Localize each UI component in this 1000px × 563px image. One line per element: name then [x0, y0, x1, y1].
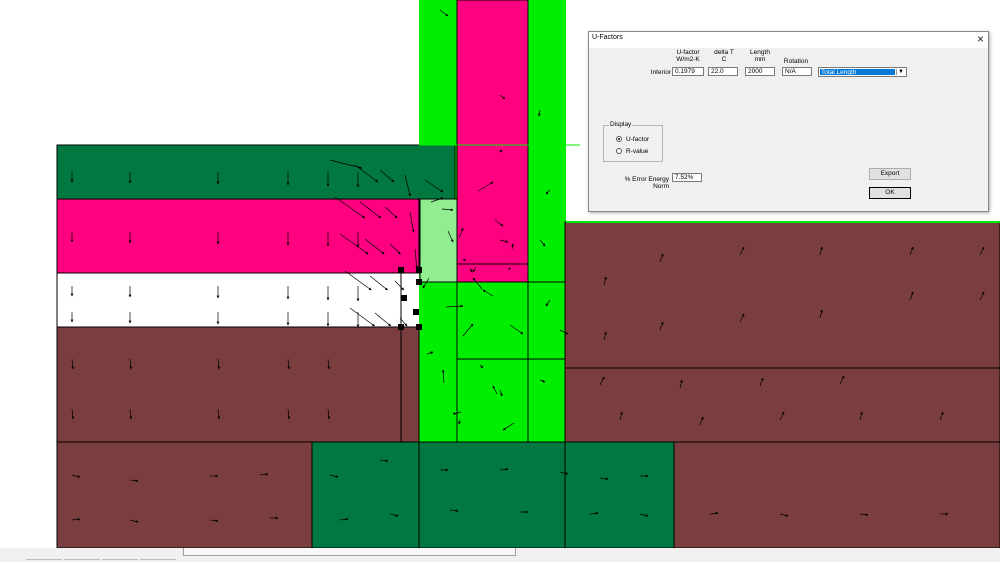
mesh-node[interactable]	[416, 267, 422, 273]
bottom-bar	[0, 548, 1000, 562]
status-tab	[64, 559, 100, 563]
header-length-text: Length	[750, 49, 770, 56]
air-layer-white[interactable]	[56, 272, 402, 328]
chevron-down-icon[interactable]: ▼	[896, 69, 905, 75]
length-type-select[interactable]: Total Length ▼	[818, 67, 907, 77]
mesh-node[interactable]	[413, 309, 419, 315]
horizontal-scrollbar[interactable]	[183, 548, 516, 556]
header-deltat: delta T C	[707, 49, 741, 63]
status-tab	[140, 559, 176, 563]
status-tab	[102, 559, 138, 563]
radio-rvalue[interactable]	[616, 148, 622, 154]
header-ufactor: U-factor W/m2-K	[671, 49, 705, 63]
dark-green-bottom-right[interactable]	[564, 441, 675, 548]
wall-layer-magenta[interactable]	[456, 0, 529, 283]
row-label-interior: Interior	[650, 69, 671, 76]
mesh-node[interactable]	[416, 324, 422, 330]
dark-green-bottom-center[interactable]	[311, 441, 566, 548]
brown-block-right[interactable]	[564, 221, 1000, 443]
header-length: Length mm	[743, 49, 777, 63]
display-groupbox: Display U-factor R-value	[603, 121, 663, 162]
roof-layer-magenta[interactable]	[56, 198, 420, 274]
brown-block-bottom-left[interactable]	[56, 441, 313, 548]
header-deltat-unit: C	[721, 56, 727, 63]
radio-rvalue-label: R-value	[626, 148, 649, 155]
length-field[interactable]: 2000	[745, 67, 775, 76]
roof-layer-dark-green[interactable]	[56, 144, 456, 200]
brown-block-left[interactable]	[56, 326, 420, 443]
ufactor-field[interactable]: 0.1979	[672, 67, 704, 76]
radio-ufactor[interactable]	[616, 136, 622, 142]
mesh-node[interactable]	[398, 324, 404, 330]
header-rotation: Rotation	[783, 58, 809, 65]
status-tab	[26, 559, 62, 563]
export-button[interactable]: Export	[869, 168, 911, 180]
close-icon[interactable]: ×	[977, 31, 984, 47]
background-strip[interactable]	[566, 0, 1000, 2]
error-norm-label: % Error Energy Norm	[624, 176, 669, 190]
header-length-unit: mm	[754, 56, 766, 63]
deltat-field[interactable]: 22.0	[708, 67, 738, 76]
dialog-titlebar[interactable]: U-Factors ×	[589, 32, 988, 48]
mesh-node[interactable]	[401, 295, 407, 301]
mesh-node[interactable]	[416, 279, 422, 285]
brown-block-bottom-right[interactable]	[673, 441, 1000, 548]
display-group-title: Display	[609, 121, 633, 129]
u-factors-dialog: U-Factors × U-factor W/m2-K delta T C Le…	[588, 31, 989, 212]
error-norm-field: 7.52%	[672, 173, 702, 182]
ok-button[interactable]: OK	[869, 187, 911, 199]
header-ufactor-unit: W/m2-K	[676, 56, 700, 63]
insulation-light-green[interactable]	[419, 198, 458, 283]
header-ufactor-text: U-factor	[676, 49, 700, 56]
mesh-node[interactable]	[398, 267, 404, 273]
length-type-selected: Total Length	[820, 69, 895, 76]
dialog-title: U-Factors	[592, 34, 623, 41]
radio-ufactor-label: U-factor	[626, 136, 650, 143]
header-deltat-text: delta T	[714, 49, 734, 56]
rotation-field[interactable]: N/A	[782, 67, 812, 76]
